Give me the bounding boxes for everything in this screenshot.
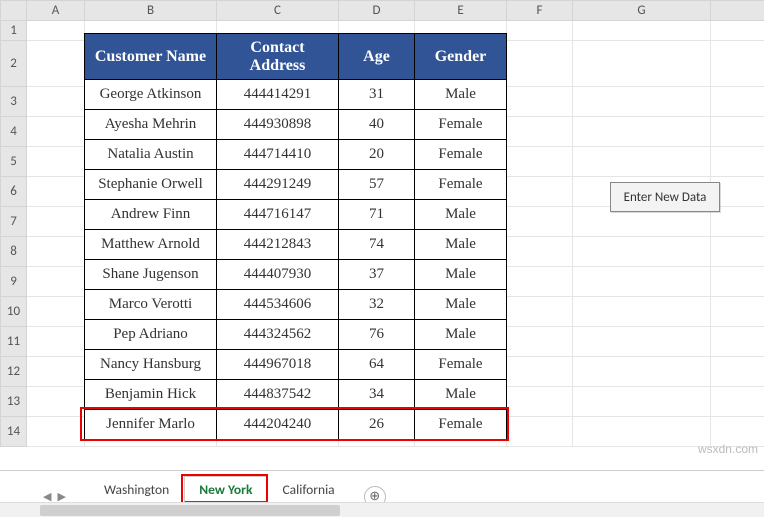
cell-name[interactable]: Shane Jugenson <box>85 260 217 290</box>
cell-age[interactable]: 57 <box>339 170 415 200</box>
cell-gender[interactable]: Male <box>415 380 507 410</box>
cell-age[interactable]: 40 <box>339 110 415 140</box>
cell-gender[interactable]: Male <box>415 320 507 350</box>
col-age[interactable]: Age <box>339 34 415 80</box>
select-all-corner[interactable] <box>1 1 27 21</box>
cell-gender[interactable]: Female <box>415 140 507 170</box>
cell-name[interactable]: Nancy Hansburg <box>85 350 217 380</box>
cell-contact[interactable]: 444212843 <box>217 230 339 260</box>
cell-contact[interactable]: 444414291 <box>217 80 339 110</box>
cell-gender[interactable]: Male <box>415 80 507 110</box>
table-row[interactable]: Pep Adriano44432456276Male <box>85 320 507 350</box>
cell-contact[interactable]: 444534606 <box>217 290 339 320</box>
cell-name[interactable]: Andrew Finn <box>85 200 217 230</box>
column-header[interactable]: G <box>573 1 711 21</box>
table-row[interactable]: Benjamin Hick44483754234Male <box>85 380 507 410</box>
cell-gender[interactable]: Male <box>415 290 507 320</box>
column-header[interactable]: A <box>27 1 85 21</box>
column-header[interactable]: F <box>507 1 573 21</box>
cell-name[interactable]: Matthew Arnold <box>85 230 217 260</box>
cell-age[interactable]: 34 <box>339 380 415 410</box>
cell-name[interactable]: Stephanie Orwell <box>85 170 217 200</box>
row-header[interactable]: 4 <box>1 117 27 147</box>
column-header[interactable]: D <box>339 1 415 21</box>
table-row[interactable]: Jennifer Marlo44420424026Female <box>85 410 507 440</box>
cell-gender[interactable]: Female <box>415 110 507 140</box>
horizontal-scrollbar[interactable] <box>0 502 764 517</box>
row-header[interactable]: 9 <box>1 267 27 297</box>
table-row[interactable]: Shane Jugenson44440793037Male <box>85 260 507 290</box>
cell-gender[interactable]: Female <box>415 350 507 380</box>
sheet-tab-strip: ◀ ▶ Washington New York California ⊕ <box>0 470 764 517</box>
cell-gender[interactable]: Male <box>415 260 507 290</box>
cell-contact[interactable]: 444204240 <box>217 410 339 440</box>
table-header-row: Customer Name Contact Address Age Gender <box>85 34 507 80</box>
cell-name[interactable]: Pep Adriano <box>85 320 217 350</box>
sheet-tab-washington[interactable]: Washington <box>89 476 184 501</box>
col-contact-address[interactable]: Contact Address <box>217 34 339 80</box>
table-row[interactable]: Natalia Austin44471441020Female <box>85 140 507 170</box>
row-header[interactable]: 8 <box>1 237 27 267</box>
cell-contact[interactable]: 444716147 <box>217 200 339 230</box>
table-row[interactable]: Marco Verotti44453460632Male <box>85 290 507 320</box>
column-header-row: A B C D E F G <box>1 1 764 21</box>
row-header[interactable]: 2 <box>1 41 27 87</box>
row-header[interactable]: 10 <box>1 297 27 327</box>
row-header[interactable]: 13 <box>1 387 27 417</box>
row-header[interactable]: 11 <box>1 327 27 357</box>
cell-age[interactable]: 20 <box>339 140 415 170</box>
cell-gender[interactable]: Female <box>415 410 507 440</box>
worksheet-area: A B C D E F G 1 2 3 4 5 6 7 8 9 10 11 12… <box>0 0 764 470</box>
cell-age[interactable]: 26 <box>339 410 415 440</box>
table-row[interactable]: Matthew Arnold44421284374Male <box>85 230 507 260</box>
cell-age[interactable]: 76 <box>339 320 415 350</box>
row-header[interactable]: 1 <box>1 21 27 41</box>
row-header[interactable]: 6 <box>1 177 27 207</box>
cell-name[interactable]: Natalia Austin <box>85 140 217 170</box>
table-row[interactable]: Nancy Hansburg44496701864Female <box>85 350 507 380</box>
table-row[interactable]: Ayesha Mehrin44493089840Female <box>85 110 507 140</box>
cell-contact[interactable]: 444967018 <box>217 350 339 380</box>
col-customer-name[interactable]: Customer Name <box>85 34 217 80</box>
row-header[interactable]: 7 <box>1 207 27 237</box>
row-header[interactable]: 12 <box>1 357 27 387</box>
cell-contact[interactable]: 444930898 <box>217 110 339 140</box>
table-row[interactable]: George Atkinson44441429131Male <box>85 80 507 110</box>
watermark-text: wsxdn.com <box>698 442 758 456</box>
cell-age[interactable]: 31 <box>339 80 415 110</box>
cell-name[interactable]: George Atkinson <box>85 80 217 110</box>
scrollbar-thumb[interactable] <box>40 505 340 516</box>
cell-age[interactable]: 32 <box>339 290 415 320</box>
cell-name[interactable]: Marco Verotti <box>85 290 217 320</box>
column-header[interactable]: B <box>85 1 217 21</box>
cell-name[interactable]: Jennifer Marlo <box>85 410 217 440</box>
row-header[interactable]: 5 <box>1 147 27 177</box>
row-header[interactable]: 3 <box>1 87 27 117</box>
cell-gender[interactable]: Female <box>415 170 507 200</box>
cell-contact[interactable]: 444837542 <box>217 380 339 410</box>
sheet-tab-new-york[interactable]: New York <box>184 476 267 503</box>
cell-gender[interactable]: Male <box>415 200 507 230</box>
col-gender[interactable]: Gender <box>415 34 507 80</box>
enter-new-data-button[interactable]: Enter New Data <box>610 182 720 212</box>
cell-age[interactable]: 74 <box>339 230 415 260</box>
cell-name[interactable]: Benjamin Hick <box>85 380 217 410</box>
table-row[interactable]: Stephanie Orwell44429124957Female <box>85 170 507 200</box>
cell-contact[interactable]: 444324562 <box>217 320 339 350</box>
table-row[interactable]: Andrew Finn44471614771Male <box>85 200 507 230</box>
cell-gender[interactable]: Male <box>415 230 507 260</box>
cell-contact[interactable]: 444714410 <box>217 140 339 170</box>
cell-name[interactable]: Ayesha Mehrin <box>85 110 217 140</box>
customer-table: Customer Name Contact Address Age Gender… <box>84 33 507 440</box>
cell-age[interactable]: 64 <box>339 350 415 380</box>
column-header[interactable]: C <box>217 1 339 21</box>
cell-contact[interactable]: 444291249 <box>217 170 339 200</box>
row-header[interactable]: 14 <box>1 417 27 447</box>
sheet-tab-california[interactable]: California <box>267 476 349 501</box>
cell-age[interactable]: 71 <box>339 200 415 230</box>
cell-contact[interactable]: 444407930 <box>217 260 339 290</box>
column-header[interactable] <box>711 1 764 21</box>
column-header[interactable]: E <box>415 1 507 21</box>
cell-age[interactable]: 37 <box>339 260 415 290</box>
